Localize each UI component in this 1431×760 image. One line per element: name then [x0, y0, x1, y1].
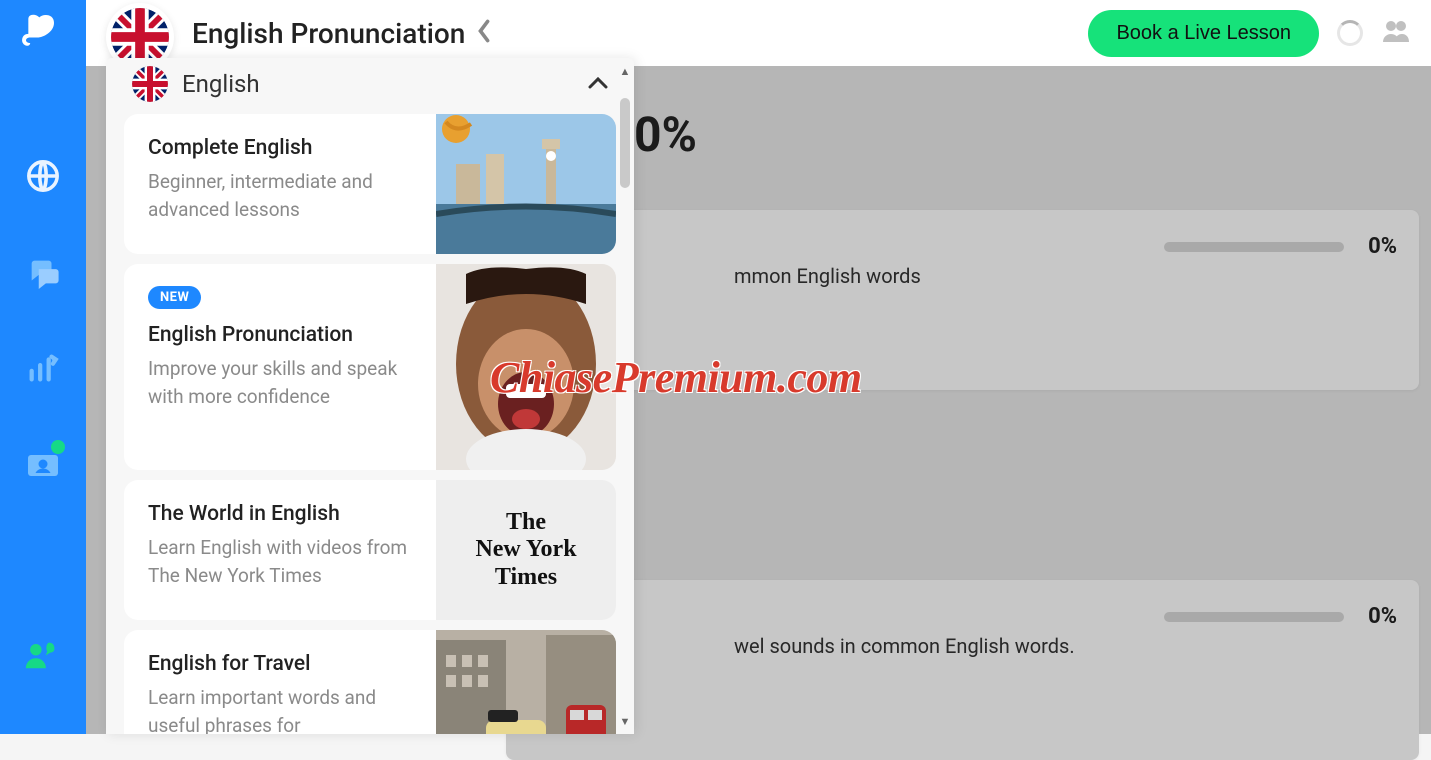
course-card-english-for-travel[interactable]: English for Travel Learn important words… — [124, 630, 616, 734]
course-thumbnail: The New York Times — [436, 480, 616, 620]
lesson-progress-value: 0% — [1368, 234, 1397, 259]
community-icon[interactable] — [23, 634, 63, 674]
lesson-card[interactable]: 0% mmon English words — [506, 210, 1419, 390]
lesson-description: wel sounds in common English words. — [734, 634, 1391, 658]
course-dropdown: English Complete English Beginner, inter… — [106, 58, 634, 734]
stats-icon[interactable] — [23, 348, 63, 388]
lesson-description: mmon English words — [734, 264, 1391, 288]
course-title: Complete English — [148, 136, 414, 160]
course-description: Learn English with videos from The New Y… — [148, 534, 414, 589]
dropdown-language-header[interactable]: English — [124, 58, 616, 114]
profile-icon[interactable] — [1381, 18, 1411, 48]
course-description: Beginner, intermediate and advanced less… — [148, 168, 414, 223]
course-thumbnail — [436, 114, 616, 254]
left-nav-rail — [0, 0, 86, 734]
notification-dot-icon — [51, 440, 65, 454]
course-title: The World in English — [148, 502, 414, 526]
scroll-up-icon[interactable]: ▲ — [618, 64, 632, 78]
globe-icon[interactable] — [23, 156, 63, 196]
course-title: English Pronunciation — [148, 323, 414, 347]
overall-progress-value: 0% — [634, 106, 697, 163]
course-description: Improve your skills and speak with more … — [148, 355, 414, 410]
scrollbar-thumb[interactable] — [620, 98, 630, 188]
dropdown-language-label: English — [182, 70, 574, 98]
course-card-world-in-english[interactable]: The World in English Learn English with … — [124, 480, 616, 620]
lesson-card[interactable]: 0% wel sounds in common English words. — [506, 580, 1419, 760]
loading-spinner-icon — [1337, 20, 1363, 46]
dropdown-scrollbar[interactable]: ▲ ▼ — [618, 68, 632, 724]
lesson-progress-bar — [1164, 242, 1344, 252]
book-live-lesson-button[interactable]: Book a Live Lesson — [1088, 10, 1319, 57]
page-title: English Pronunciation — [192, 17, 465, 50]
nyt-logo-text: The New York Times — [475, 509, 576, 592]
top-header: English Pronunciation Book a Live Lesson — [86, 0, 1431, 66]
course-card-complete-english[interactable]: Complete English Beginner, intermediate … — [124, 114, 616, 254]
course-description: Learn important words and useful phrases… — [148, 684, 414, 734]
chevron-up-icon[interactable] — [588, 75, 608, 94]
scroll-down-icon[interactable]: ▼ — [618, 714, 632, 728]
lesson-progress-value: 0% — [1368, 604, 1397, 629]
course-title: English for Travel — [148, 652, 414, 676]
live-lesson-icon[interactable] — [23, 444, 63, 484]
chat-icon[interactable] — [23, 252, 63, 292]
course-thumbnail — [436, 264, 616, 470]
app-logo[interactable] — [19, 8, 67, 56]
uk-flag-icon — [132, 66, 168, 102]
course-card-english-pronunciation[interactable]: NEW English Pronunciation Improve your s… — [124, 264, 616, 470]
back-button[interactable] — [475, 19, 493, 47]
lesson-progress-bar — [1164, 612, 1344, 622]
course-thumbnail — [436, 630, 616, 734]
new-badge: NEW — [148, 286, 201, 309]
